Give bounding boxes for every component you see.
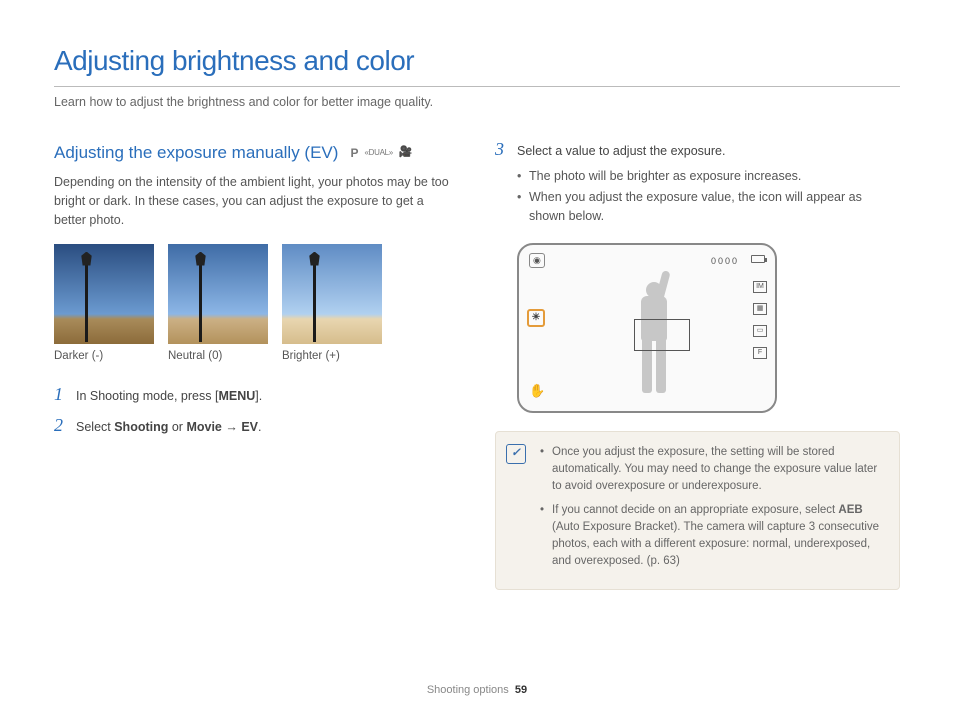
step-3: 3 Select a value to adjust the exposure.…: [495, 140, 900, 229]
label-darker: Darker (-): [54, 348, 154, 365]
shot-counter: 0000: [711, 255, 739, 269]
step-1-text: In Shooting mode, press [MENU].: [76, 385, 459, 406]
stabilization-icon: ✋: [529, 381, 545, 401]
thumb-neutral: [168, 244, 268, 344]
page-title: Adjusting brightness and color: [54, 40, 900, 87]
t: (Auto Exposure Bracket). The camera will…: [552, 521, 879, 568]
step-2: 2 Select Shooting or Movie → EV.: [54, 416, 459, 437]
mode-movie-icon: 🎥: [399, 144, 413, 161]
flash-icon: F: [753, 347, 767, 359]
focus-frame: [634, 319, 690, 351]
step-1: 1 In Shooting mode, press [MENU].: [54, 385, 459, 406]
thumb-darker: [54, 244, 154, 344]
intro-text: Learn how to adjust the brightness and c…: [54, 93, 900, 112]
label-neutral: Neutral (0): [168, 348, 268, 365]
t: .: [258, 420, 261, 434]
t: If you cannot decide on an appropriate e…: [552, 504, 838, 516]
step-number: 2: [54, 416, 68, 437]
shooting-label: Shooting: [114, 420, 168, 434]
section-title: Adjusting the exposure manually (EV): [54, 140, 338, 166]
note-item: If you cannot decide on an appropriate e…: [540, 502, 885, 571]
right-icon-stack: IM ▦ ▭ F: [753, 281, 767, 359]
note-icon: ✓: [506, 444, 526, 464]
t: Select a value to adjust the exposure.: [517, 144, 725, 158]
note-item: Once you adjust the exposure, the settin…: [540, 444, 885, 496]
mode-dual-icon: «DUAL»: [364, 147, 392, 159]
step-number: 1: [54, 385, 68, 406]
step-number: 3: [495, 140, 509, 229]
bullet: The photo will be brighter as exposure i…: [517, 167, 900, 186]
t: ].: [255, 389, 262, 403]
mode-icons: P «DUAL» 🎥: [350, 144, 412, 162]
ev-label: EV: [241, 420, 258, 434]
label-brighter: Brighter (+): [282, 348, 382, 365]
page-number: 59: [515, 684, 527, 696]
t: In Shooting mode, press [: [76, 389, 218, 403]
bullet: When you adjust the exposure value, the …: [517, 188, 900, 226]
content-columns: Adjusting the exposure manually (EV) P «…: [54, 140, 900, 590]
arrow-icon: →: [222, 420, 241, 434]
size-icon: IM: [753, 281, 767, 293]
example-thumbnails: [54, 244, 459, 344]
aeb-label: AEB: [838, 504, 862, 516]
camera-mode-icon: ◉: [529, 253, 545, 269]
step-3-bullets: The photo will be brighter as exposure i…: [517, 167, 900, 226]
menu-label: MENU: [218, 389, 255, 403]
left-column: Adjusting the exposure manually (EV) P «…: [54, 140, 459, 590]
section-header: Adjusting the exposure manually (EV) P «…: [54, 140, 459, 166]
battery-icon: [751, 255, 765, 263]
camera-screen-illustration: ◉ 0000 ☀ IM ▦ ▭ F ✋: [517, 243, 777, 413]
footer-section: Shooting options: [427, 684, 509, 696]
mode-dual-label: DUAL: [369, 148, 389, 157]
thumb-brighter: [282, 244, 382, 344]
ev-indicator-icon: ☀: [527, 309, 545, 327]
t: Select: [76, 420, 114, 434]
step-2-text: Select Shooting or Movie → EV.: [76, 416, 459, 437]
right-column: 3 Select a value to adjust the exposure.…: [495, 140, 900, 590]
mode-p-icon: P: [350, 144, 358, 162]
thumb-labels: Darker (-) Neutral (0) Brighter (+): [54, 348, 459, 365]
page-footer: Shooting options 59: [0, 682, 954, 699]
section-body: Depending on the intensity of the ambien…: [54, 173, 459, 229]
note-box: ✓ Once you adjust the exposure, the sett…: [495, 431, 900, 590]
t: or: [168, 420, 186, 434]
card-icon: ▭: [753, 325, 767, 337]
movie-label: Movie: [186, 420, 221, 434]
step-3-text: Select a value to adjust the exposure. T…: [517, 140, 900, 229]
grid-icon: ▦: [753, 303, 767, 315]
